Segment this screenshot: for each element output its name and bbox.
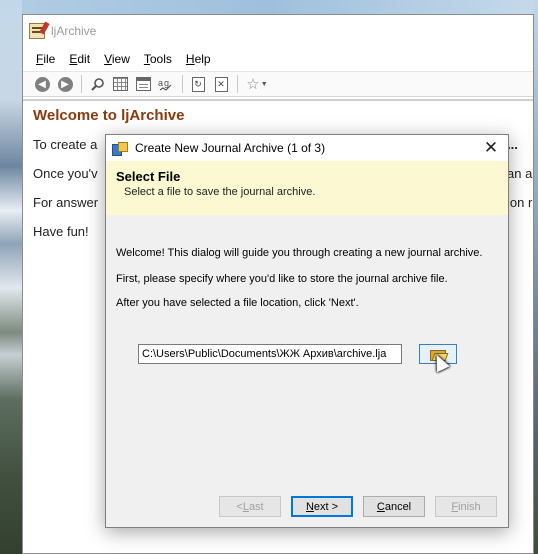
main-title-bar[interactable]: ljArchive (23, 15, 533, 47)
last-button[interactable]: < Last (219, 496, 281, 517)
calendar-grid-icon[interactable] (109, 73, 131, 95)
welcome-line-4: Have fun! (33, 224, 89, 239)
welcome-line-2: Once you'v (33, 166, 98, 181)
ljarchive-app-icon (29, 23, 45, 39)
app-title: ljArchive (51, 24, 97, 38)
desktop-edge (534, 0, 538, 554)
wizard-icon (112, 141, 128, 156)
archive-path-input[interactable] (138, 344, 402, 364)
welcome-line-3: For answer (33, 195, 99, 210)
menu-help[interactable]: Help (179, 50, 218, 68)
forward-icon[interactable]: ▶ (54, 73, 76, 95)
dialog-text-welcome: Welcome! This dialog will guide you thro… (116, 247, 483, 259)
welcome-heading: Welcome to ljArchive (33, 107, 185, 124)
welcome-line-2-right: an a (507, 166, 533, 181)
create-archive-dialog: Create New Journal Archive (1 of 3) ✕ Se… (105, 134, 509, 528)
dialog-text-specify: First, please specify where you'd like t… (116, 273, 448, 285)
toolbar-separator (182, 75, 183, 93)
refresh-doc-icon[interactable]: ↻ (187, 73, 209, 95)
favorites-star-icon[interactable]: ☆ ▼ (242, 73, 272, 95)
menu-edit[interactable]: Edit (62, 50, 97, 68)
menu-tools[interactable]: Tools (137, 50, 179, 68)
cancel-button[interactable]: Cancel (363, 496, 425, 517)
desktop-mountains (0, 0, 22, 554)
close-doc-icon[interactable]: ✕ (210, 73, 232, 95)
menu-file[interactable]: File (29, 50, 62, 68)
dialog-title-bar[interactable]: Create New Journal Archive (1 of 3) ✕ (106, 135, 508, 161)
dialog-header-subtitle: Select a file to save the journal archiv… (124, 186, 316, 198)
close-icon[interactable]: ✕ (474, 135, 508, 161)
back-icon[interactable]: ◀ (31, 73, 53, 95)
search-icon[interactable] (86, 73, 108, 95)
svg-text:a: a (158, 78, 163, 88)
svg-text:g: g (164, 78, 169, 88)
toolbar: ◀ ▶ ag ↻ ✕ ☆ ▼ (23, 71, 533, 97)
finish-button[interactable]: Finish (435, 496, 497, 517)
toolbar-separator (237, 75, 238, 93)
dialog-text-next: After you have selected a file location,… (116, 297, 359, 309)
dialog-header-title: Select File (116, 169, 181, 184)
welcome-line-3-right: ion r (507, 195, 533, 210)
menu-view[interactable]: View (97, 50, 137, 68)
desktop-background (0, 0, 538, 14)
menu-bar: File Edit View Tools Help (23, 47, 533, 71)
dialog-header: Select File Select a file to save the jo… (106, 161, 508, 215)
welcome-line-1: To create a (33, 137, 98, 152)
calendar-icon[interactable] (132, 73, 154, 95)
spellcheck-icon[interactable]: ag (155, 73, 177, 95)
toolbar-separator (81, 75, 82, 93)
dialog-title: Create New Journal Archive (1 of 3) (135, 141, 326, 155)
next-button[interactable]: Next > (291, 496, 353, 517)
